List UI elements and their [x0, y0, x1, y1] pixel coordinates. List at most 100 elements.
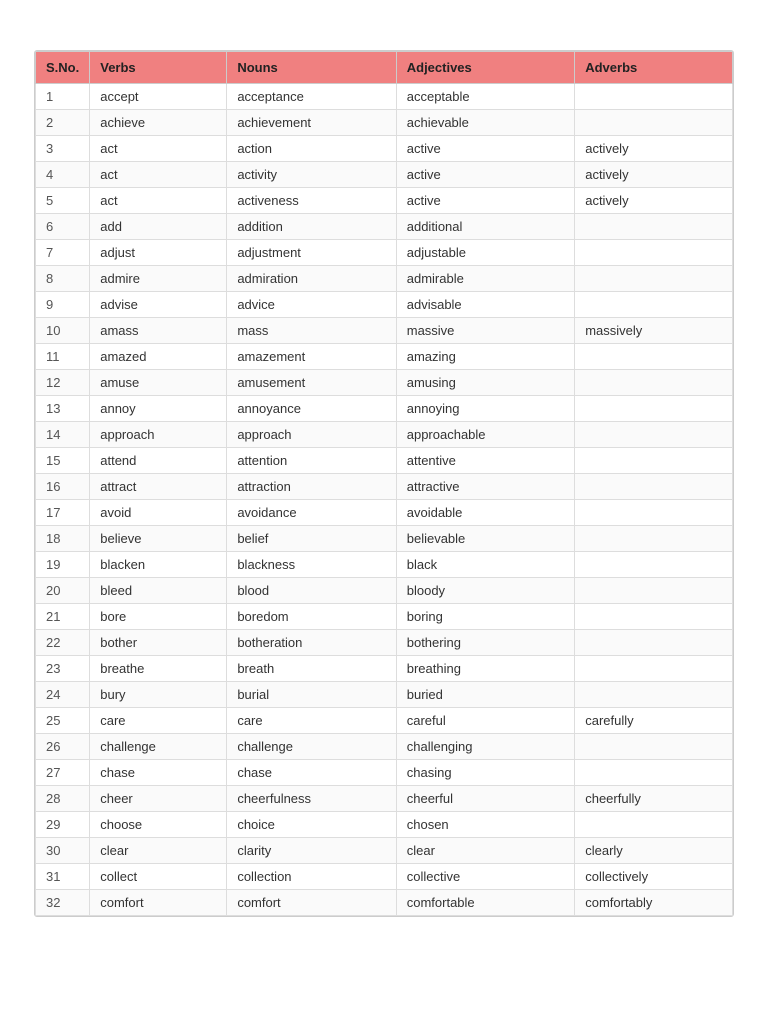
- cell-no: 14: [36, 422, 90, 448]
- col-header-sno: S.No.: [36, 52, 90, 84]
- cell-noun: activity: [227, 162, 396, 188]
- cell-verb: choose: [90, 812, 227, 838]
- table-row: 32comfortcomfortcomfortablecomfortably: [36, 890, 733, 916]
- cell-no: 2: [36, 110, 90, 136]
- cell-verb: avoid: [90, 500, 227, 526]
- cell-noun: acceptance: [227, 84, 396, 110]
- cell-adjective: acceptable: [396, 84, 574, 110]
- cell-adverb: [575, 734, 733, 760]
- table-row: 9adviseadviceadvisable: [36, 292, 733, 318]
- cell-verb: comfort: [90, 890, 227, 916]
- table-row: 2achieveachievementachievable: [36, 110, 733, 136]
- cell-noun: challenge: [227, 734, 396, 760]
- cell-noun: botheration: [227, 630, 396, 656]
- cell-adverb: actively: [575, 136, 733, 162]
- cell-noun: adjustment: [227, 240, 396, 266]
- cell-adverb: [575, 370, 733, 396]
- cell-noun: activeness: [227, 188, 396, 214]
- cell-adverb: [575, 422, 733, 448]
- cell-verb: act: [90, 188, 227, 214]
- cell-verb: amass: [90, 318, 227, 344]
- table-row: 7adjustadjustmentadjustable: [36, 240, 733, 266]
- cell-noun: belief: [227, 526, 396, 552]
- cell-noun: avoidance: [227, 500, 396, 526]
- cell-noun: comfort: [227, 890, 396, 916]
- cell-noun: achievement: [227, 110, 396, 136]
- cell-adjective: attentive: [396, 448, 574, 474]
- cell-no: 4: [36, 162, 90, 188]
- cell-no: 24: [36, 682, 90, 708]
- table-row: 28cheercheerfulnesscheerfulcheerfully: [36, 786, 733, 812]
- col-header-nouns: Nouns: [227, 52, 396, 84]
- cell-verb: bleed: [90, 578, 227, 604]
- cell-verb: collect: [90, 864, 227, 890]
- cell-no: 21: [36, 604, 90, 630]
- cell-no: 20: [36, 578, 90, 604]
- cell-no: 15: [36, 448, 90, 474]
- cell-verb: amazed: [90, 344, 227, 370]
- table-row: 11amazedamazementamazing: [36, 344, 733, 370]
- table-row: 31collectcollectioncollectivecollectivel…: [36, 864, 733, 890]
- cell-adjective: advisable: [396, 292, 574, 318]
- cell-adjective: believable: [396, 526, 574, 552]
- cell-verb: admire: [90, 266, 227, 292]
- cell-no: 18: [36, 526, 90, 552]
- table-row: 23breathebreathbreathing: [36, 656, 733, 682]
- table-body: 1acceptacceptanceacceptable2achieveachie…: [36, 84, 733, 916]
- cell-no: 28: [36, 786, 90, 812]
- cell-no: 27: [36, 760, 90, 786]
- cell-adverb: cheerfully: [575, 786, 733, 812]
- table-row: 22botherbotherationbothering: [36, 630, 733, 656]
- cell-noun: amusement: [227, 370, 396, 396]
- cell-no: 31: [36, 864, 90, 890]
- cell-adverb: [575, 266, 733, 292]
- cell-adverb: [575, 396, 733, 422]
- cell-noun: care: [227, 708, 396, 734]
- cell-verb: add: [90, 214, 227, 240]
- cell-no: 16: [36, 474, 90, 500]
- cell-adverb: [575, 552, 733, 578]
- cell-verb: cheer: [90, 786, 227, 812]
- cell-adverb: [575, 292, 733, 318]
- cell-no: 6: [36, 214, 90, 240]
- cell-no: 30: [36, 838, 90, 864]
- table-row: 8admireadmirationadmirable: [36, 266, 733, 292]
- cell-verb: act: [90, 162, 227, 188]
- table-row: 18believebeliefbelievable: [36, 526, 733, 552]
- table-row: 26challengechallengechallenging: [36, 734, 733, 760]
- table-row: 29choosechoicechosen: [36, 812, 733, 838]
- cell-noun: action: [227, 136, 396, 162]
- cell-adjective: buried: [396, 682, 574, 708]
- cell-noun: advice: [227, 292, 396, 318]
- table-row: 21boreboredomboring: [36, 604, 733, 630]
- cell-verb: care: [90, 708, 227, 734]
- cell-noun: collection: [227, 864, 396, 890]
- table-row: 16attractattractionattractive: [36, 474, 733, 500]
- cell-adverb: [575, 682, 733, 708]
- cell-adverb: [575, 656, 733, 682]
- table-row: 30clearclarityclearclearly: [36, 838, 733, 864]
- cell-noun: addition: [227, 214, 396, 240]
- cell-verb: annoy: [90, 396, 227, 422]
- cell-verb: chase: [90, 760, 227, 786]
- cell-noun: burial: [227, 682, 396, 708]
- cell-adjective: bothering: [396, 630, 574, 656]
- cell-adjective: chasing: [396, 760, 574, 786]
- cell-no: 19: [36, 552, 90, 578]
- table-row: 6addadditionadditional: [36, 214, 733, 240]
- cell-verb: amuse: [90, 370, 227, 396]
- table-row: 5actactivenessactiveactively: [36, 188, 733, 214]
- table-row: 27chasechasechasing: [36, 760, 733, 786]
- table-row: 13annoyannoyanceannoying: [36, 396, 733, 422]
- cell-noun: attention: [227, 448, 396, 474]
- cell-adjective: amazing: [396, 344, 574, 370]
- cell-adjective: annoying: [396, 396, 574, 422]
- cell-no: 29: [36, 812, 90, 838]
- cell-noun: mass: [227, 318, 396, 344]
- cell-verb: advise: [90, 292, 227, 318]
- cell-no: 23: [36, 656, 90, 682]
- cell-verb: achieve: [90, 110, 227, 136]
- cell-adverb: [575, 760, 733, 786]
- cell-adjective: achievable: [396, 110, 574, 136]
- cell-no: 25: [36, 708, 90, 734]
